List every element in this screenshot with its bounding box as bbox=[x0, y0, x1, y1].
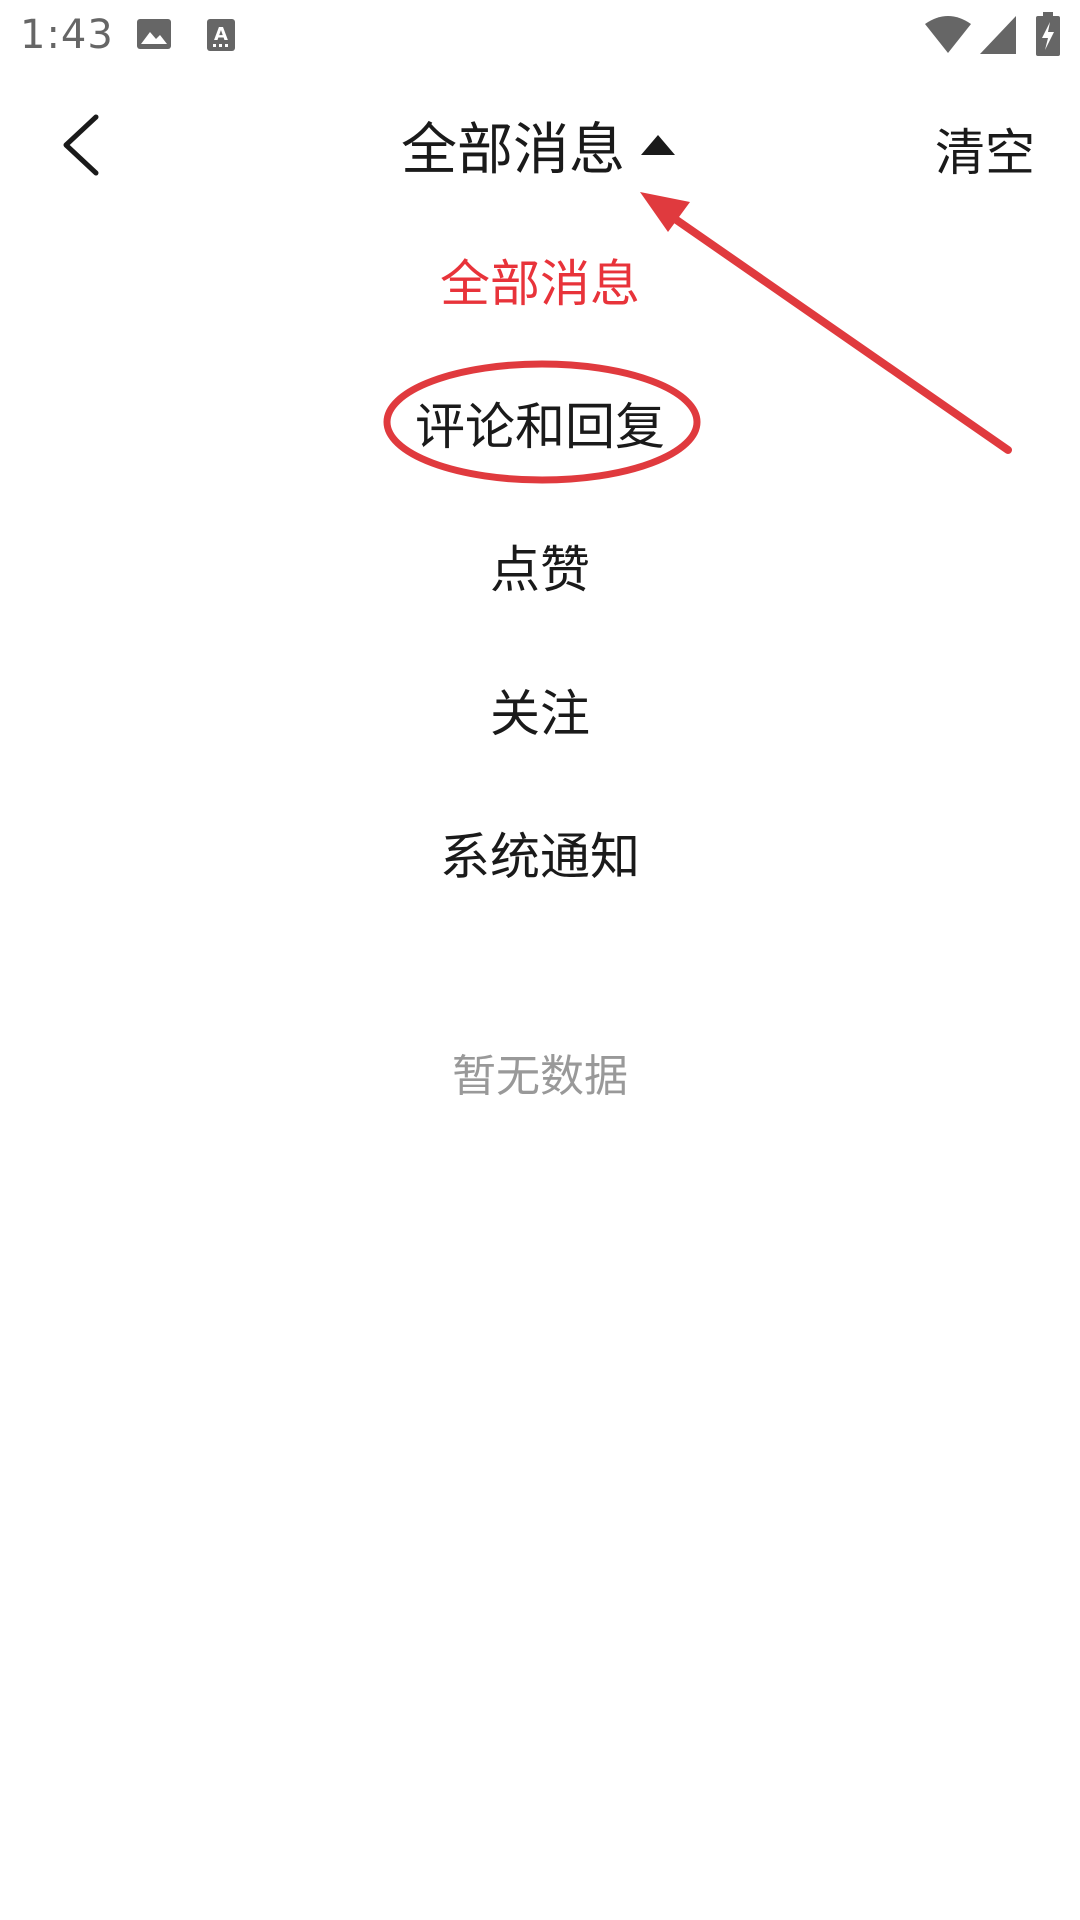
chevron-left-icon bbox=[63, 114, 99, 176]
caret-up-icon bbox=[639, 130, 679, 160]
menu-item-label: 评论和回复 bbox=[415, 398, 665, 456]
status-time: 1:43 bbox=[20, 12, 114, 58]
battery-charging-icon bbox=[1036, 12, 1060, 60]
back-button[interactable] bbox=[40, 105, 120, 185]
title-dropdown[interactable]: 全部消息 bbox=[380, 105, 700, 185]
menu-item-label: 全部消息 bbox=[440, 255, 640, 313]
clear-button[interactable]: 清空 bbox=[935, 113, 1035, 185]
image-icon bbox=[136, 18, 172, 54]
empty-state-text: 暂无数据 bbox=[452, 1051, 628, 1102]
wifi-icon bbox=[925, 16, 971, 58]
menu-item-label: 关注 bbox=[490, 685, 590, 743]
menu-item-likes[interactable]: 点赞 bbox=[0, 521, 1080, 611]
header: 全部消息 清空 bbox=[0, 75, 1080, 215]
menu-item-system[interactable]: 系统通知 bbox=[0, 808, 1080, 898]
menu-item-comments[interactable]: 评论和回复 bbox=[0, 378, 1080, 468]
svg-text:A: A bbox=[214, 24, 228, 45]
signal-icon bbox=[980, 16, 1016, 58]
menu-item-all[interactable]: 全部消息 bbox=[0, 235, 1080, 325]
text-a-icon: A bbox=[206, 18, 236, 56]
status-bar: 1:43 A bbox=[0, 0, 1080, 75]
page-title: 全部消息 bbox=[401, 117, 625, 183]
menu-item-label: 点赞 bbox=[490, 541, 590, 599]
menu-item-label: 系统通知 bbox=[440, 828, 640, 886]
menu-item-follows[interactable]: 关注 bbox=[0, 665, 1080, 755]
